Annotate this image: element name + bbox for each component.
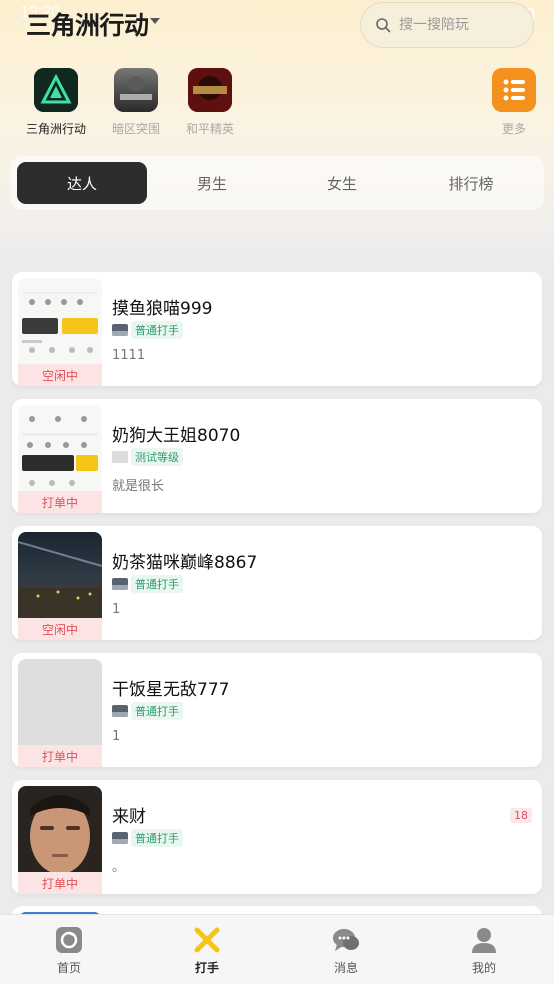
game-peace-elite[interactable]: 和平精英 (170, 68, 250, 137)
tab-label: 首页 (56, 961, 81, 975)
more-list-icon (492, 68, 536, 112)
player-photo (18, 278, 102, 364)
game-label: 和平精英 (185, 122, 234, 136)
level-icon (112, 705, 128, 717)
status-badge: 打单中 (18, 872, 102, 894)
player-card[interactable]: 打单中 来财 普通打手 。 18 (12, 780, 542, 894)
tab-male[interactable]: 男生 (147, 162, 277, 204)
level-label: 测试等级 (131, 448, 183, 466)
level-label: 普通打手 (131, 575, 183, 593)
player-thumbnail: 空闲中 (18, 532, 102, 640)
player-card[interactable]: 空闲中 奶茶猫咪巅峰8867 普通打手 1 (12, 526, 542, 640)
level-tag: 普通打手 (112, 575, 183, 593)
status-badge: 空闲中 (18, 618, 102, 640)
player-thumbnail: 打单中 (18, 786, 102, 894)
game-arena-breakout[interactable]: 暗区突围 (96, 68, 176, 137)
player-description: 就是很长 (112, 479, 165, 494)
game-label: 暗区突围 (111, 122, 160, 136)
player-card[interactable]: 空闲中 摸鱼狼喵999 普通打手 1111 (12, 272, 542, 386)
level-label: 普通打手 (131, 702, 183, 720)
level-label: 普通打手 (131, 321, 183, 339)
level-tag: 测试等级 (112, 448, 183, 466)
level-icon (112, 578, 128, 590)
tab-profile[interactable]: 我的 (444, 925, 524, 976)
search-icon (376, 18, 391, 33)
game-label: 三角洲行动 (25, 122, 86, 136)
category-tabs: 达人 男生 女生 排行榜 (10, 156, 544, 210)
chevron-down-icon[interactable] (150, 18, 160, 24)
tab-label: 打手 (194, 961, 219, 975)
player-description: 1 (112, 729, 121, 744)
game-label: 更多 (501, 122, 526, 136)
player-card[interactable]: 打单中 奶狗大王姐8070 测试等级 就是很长 (12, 399, 542, 513)
player-name: 奶狗大王姐8070 (112, 426, 241, 446)
player-name: 干饭星无敌777 (112, 680, 230, 700)
level-label: 普通打手 (131, 829, 183, 847)
delta-force-icon (34, 68, 78, 112)
profile-icon (472, 928, 496, 953)
player-name: 来财 (112, 807, 146, 827)
level-tag: 普通打手 (112, 321, 183, 339)
home-icon (56, 927, 82, 953)
page-title[interactable]: 三角洲行动 (26, 6, 149, 42)
status-badge: 空闲中 (18, 364, 102, 386)
arena-breakout-icon (114, 68, 158, 112)
level-tag: 普通打手 (112, 829, 183, 847)
level-icon (112, 832, 128, 844)
level-icon (112, 451, 128, 463)
tab-ranking[interactable]: 排行榜 (406, 162, 536, 204)
tab-female[interactable]: 女生 (277, 162, 407, 204)
age-badge: 18 (510, 808, 532, 823)
player-photo (18, 786, 102, 872)
tab-label: 我的 (471, 961, 496, 975)
tab-home[interactable]: 首页 (29, 925, 109, 976)
search-bar[interactable] (360, 2, 534, 48)
player-icon (194, 927, 220, 953)
tab-experts[interactable]: 达人 (17, 162, 147, 204)
player-thumbnail: 空闲中 (18, 278, 102, 386)
player-thumbnail: 打单中 (18, 659, 102, 767)
game-more[interactable]: 更多 (474, 68, 554, 137)
player-name: 奶茶猫咪巅峰8867 (112, 553, 258, 573)
tab-players[interactable]: 打手 (167, 925, 247, 976)
tab-messages[interactable]: 消息 (306, 925, 386, 976)
player-name: 摸鱼狼喵999 (112, 299, 213, 319)
player-thumbnail: 打单中 (18, 405, 102, 513)
player-photo (18, 532, 102, 618)
player-description: 1111 (112, 348, 146, 363)
message-icon (333, 929, 359, 951)
game-delta-force[interactable]: 三角洲行动 (16, 68, 96, 137)
status-badge: 打单中 (18, 745, 102, 767)
level-icon (112, 324, 128, 336)
player-description: 1 (112, 602, 121, 617)
player-card[interactable]: 打单中 干饭星无敌777 普通打手 1 (12, 653, 542, 767)
search-input[interactable] (399, 17, 519, 33)
tab-label: 消息 (333, 961, 358, 975)
level-tag: 普通打手 (112, 702, 183, 720)
peace-elite-icon (188, 68, 232, 112)
player-description: 。 (112, 860, 126, 875)
bottom-tab-bar: 首页 打手 消息 我的 (0, 914, 554, 984)
player-photo (18, 405, 102, 491)
player-photo-placeholder (18, 659, 102, 745)
status-badge: 打单中 (18, 491, 102, 513)
